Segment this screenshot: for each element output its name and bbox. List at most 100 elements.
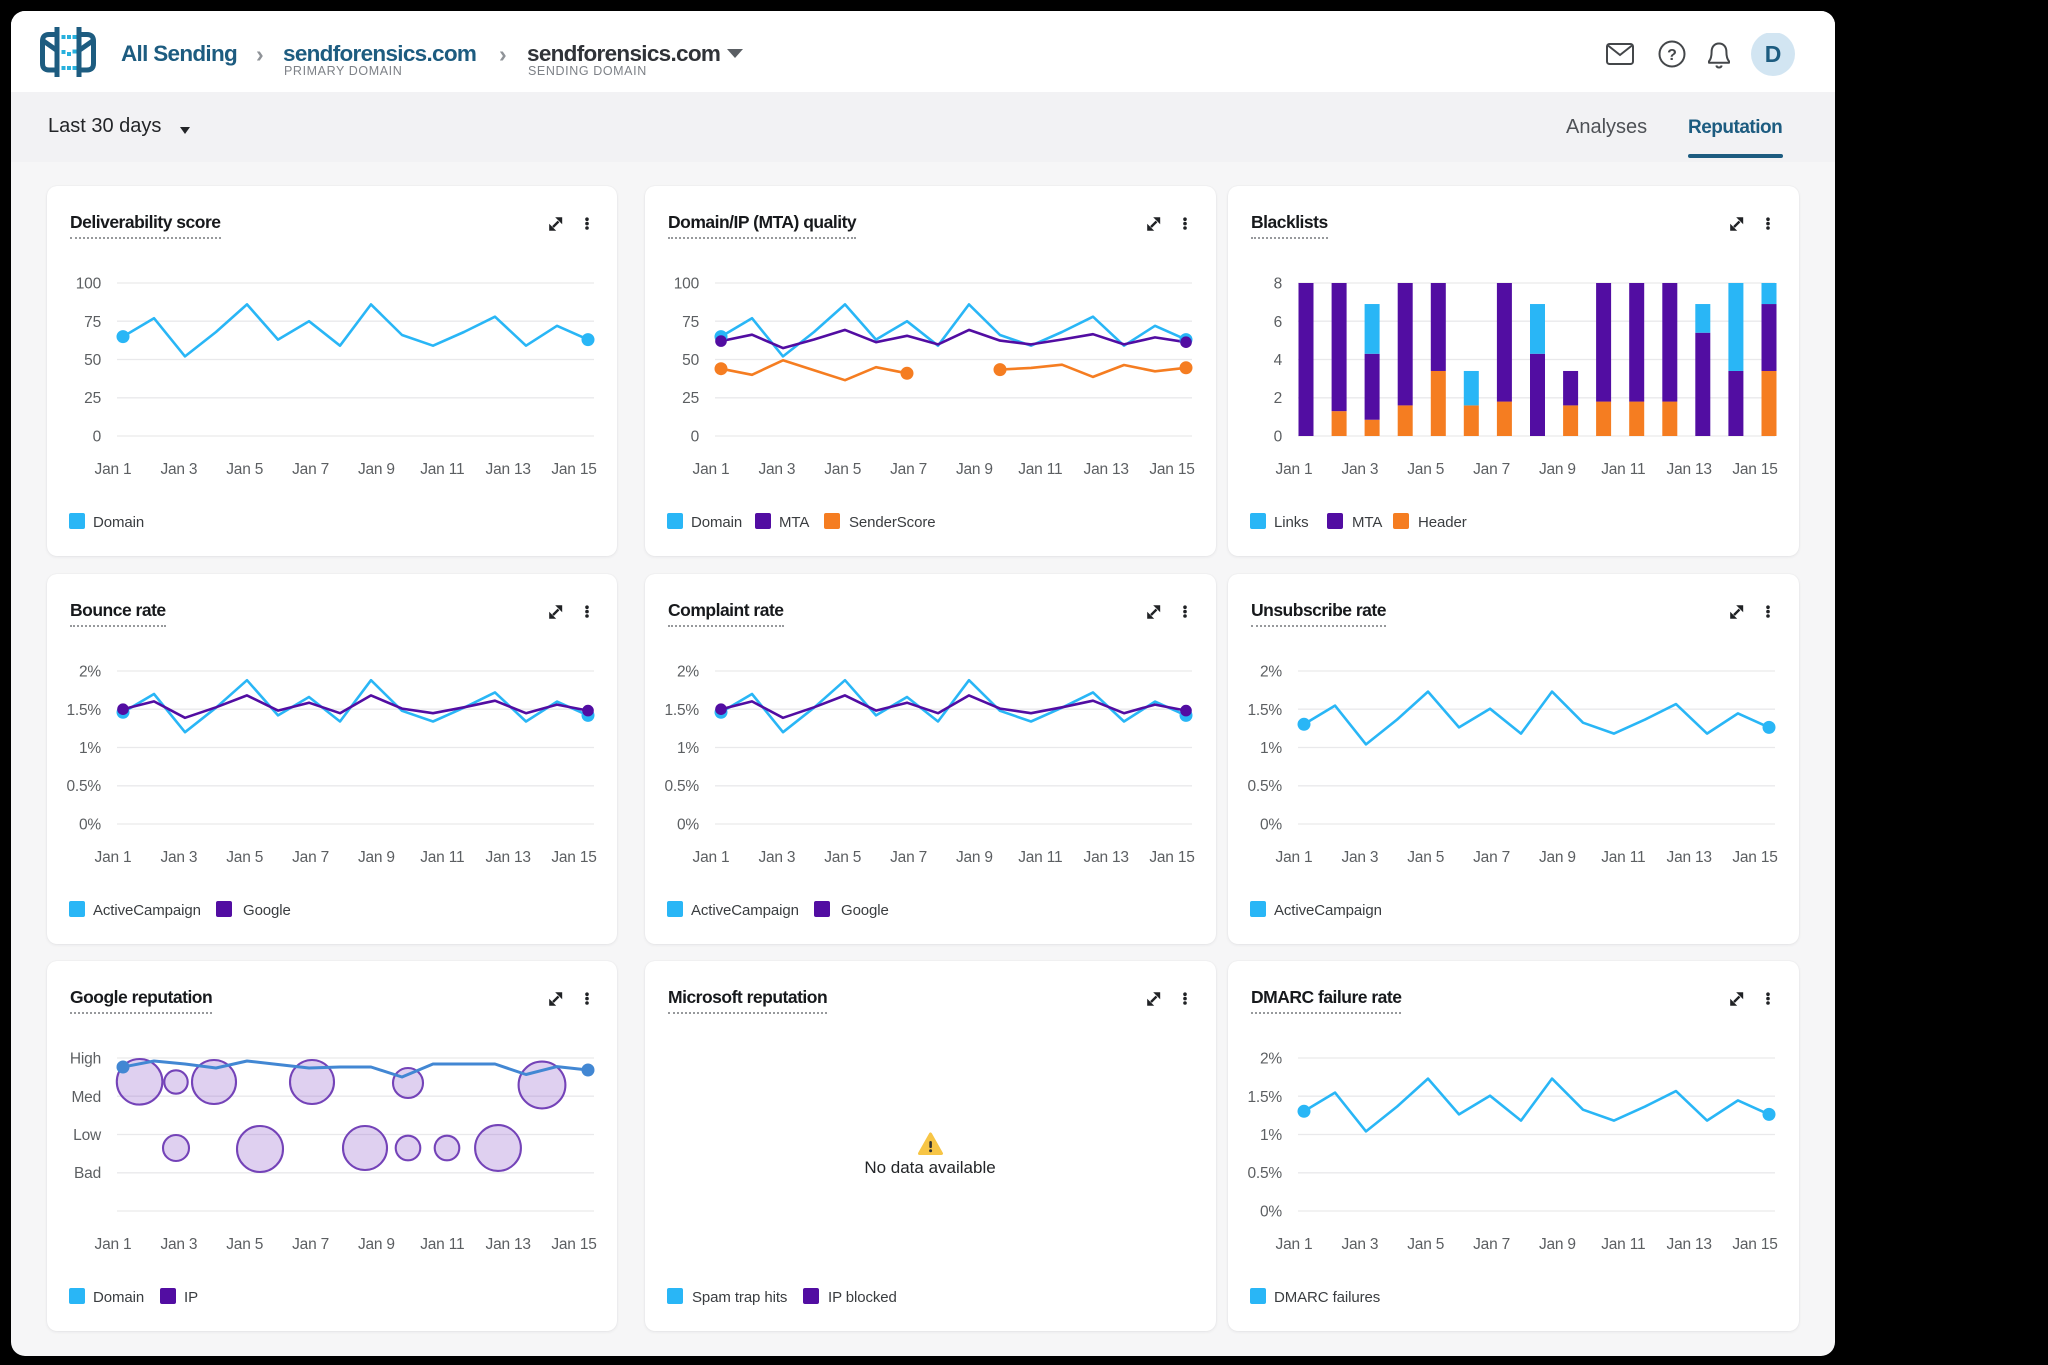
svg-text:Jan 1: Jan 1 [95,849,132,866]
svg-text:Jan 5: Jan 5 [824,461,861,478]
svg-text:Jan 9: Jan 9 [1539,461,1576,478]
svg-text:Google: Google [841,902,889,919]
svg-text:2%: 2% [79,664,101,681]
svg-text:0: 0 [1274,429,1283,446]
svg-text:Jan 7: Jan 7 [1473,849,1510,866]
svg-text:2: 2 [1274,390,1282,407]
svg-text:Jan 3: Jan 3 [758,461,795,478]
svg-text:Jan 9: Jan 9 [358,1236,395,1253]
svg-text:Jan 7: Jan 7 [1473,1236,1510,1253]
svg-text:SenderScore: SenderScore [849,514,935,531]
svg-text:Jan 13: Jan 13 [1667,849,1712,866]
svg-text:Jan 3: Jan 3 [160,1236,197,1253]
svg-text:?: ? [1667,47,1677,64]
svg-text:Jan 9: Jan 9 [358,461,395,478]
svg-text:Jan 3: Jan 3 [1341,849,1378,866]
svg-text:Low: Low [73,1127,102,1144]
svg-text:Jan 9: Jan 9 [956,849,993,866]
svg-text:Jan 11: Jan 11 [1601,1236,1645,1253]
svg-text:Jan 1: Jan 1 [1276,461,1313,478]
svg-text:Jan 5: Jan 5 [1407,849,1444,866]
svg-text:Jan 15: Jan 15 [1149,461,1194,478]
svg-text:1.5%: 1.5% [66,702,101,719]
svg-text:Jan 11: Jan 11 [1601,461,1645,478]
svg-text:Jan 11: Jan 11 [1601,849,1645,866]
svg-text:MTA: MTA [779,514,809,531]
svg-text:25: 25 [84,390,101,407]
svg-text:0.5%: 0.5% [66,778,101,795]
svg-text:Jan 13: Jan 13 [1084,849,1129,866]
svg-text:0.5%: 0.5% [1247,778,1282,795]
svg-text:Jan 7: Jan 7 [890,461,927,478]
svg-text:0.5%: 0.5% [664,778,699,795]
svg-text:Jan 15: Jan 15 [551,461,596,478]
svg-text:Jan 5: Jan 5 [226,461,263,478]
svg-text:Jan 5: Jan 5 [824,849,861,866]
svg-text:Jan 13: Jan 13 [1667,1236,1712,1253]
svg-text:Jan 13: Jan 13 [1084,461,1129,478]
svg-text:Jan 11: Jan 11 [1018,461,1062,478]
svg-text:Jan 5: Jan 5 [226,1236,263,1253]
svg-text:Med: Med [71,1089,101,1106]
svg-text:Jan 13: Jan 13 [486,461,531,478]
svg-text:50: 50 [682,352,699,369]
svg-text:IP: IP [184,1289,198,1306]
svg-text:ActiveCampaign: ActiveCampaign [691,902,799,919]
svg-text:Jan 13: Jan 13 [486,849,531,866]
svg-text:8: 8 [1274,276,1282,293]
svg-text:Jan 7: Jan 7 [292,849,329,866]
svg-text:Jan 1: Jan 1 [95,461,132,478]
svg-text:Jan 9: Jan 9 [358,849,395,866]
svg-text:Jan 7: Jan 7 [1473,461,1510,478]
svg-text:Jan 15: Jan 15 [1732,849,1777,866]
svg-text:Jan 5: Jan 5 [1407,461,1444,478]
svg-text:Jan 3: Jan 3 [160,461,197,478]
svg-text:No data available: No data available [864,1158,995,1177]
svg-text:Jan 3: Jan 3 [1341,461,1378,478]
svg-text:Domain: Domain [93,514,144,531]
svg-text:1%: 1% [677,740,699,757]
svg-text:0%: 0% [79,817,101,834]
svg-text:ActiveCampaign: ActiveCampaign [1274,902,1382,919]
svg-text:0%: 0% [1260,1204,1282,1221]
svg-text:IP blocked: IP blocked [828,1289,897,1306]
svg-text:100: 100 [674,276,700,293]
svg-text:Jan 15: Jan 15 [1732,461,1777,478]
svg-text:Jan 7: Jan 7 [890,849,927,866]
svg-text:Header: Header [1418,514,1467,531]
svg-text:Google: Google [243,902,291,919]
svg-text:Jan 9: Jan 9 [1539,849,1576,866]
svg-text:0: 0 [691,429,700,446]
svg-text:Jan 1: Jan 1 [95,1236,132,1253]
svg-text:75: 75 [682,314,699,331]
svg-text:1%: 1% [1260,740,1282,757]
svg-text:Jan 13: Jan 13 [1667,461,1712,478]
svg-text:2%: 2% [1260,664,1282,681]
svg-text:ActiveCampaign: ActiveCampaign [93,902,201,919]
svg-text:2%: 2% [1260,1051,1282,1068]
svg-text:0.5%: 0.5% [1247,1165,1282,1182]
svg-text:6: 6 [1274,314,1282,331]
svg-text:Jan 9: Jan 9 [1539,1236,1576,1253]
svg-text:Jan 9: Jan 9 [956,461,993,478]
svg-text:Jan 15: Jan 15 [1732,1236,1777,1253]
svg-text:Jan 13: Jan 13 [486,1236,531,1253]
svg-text:Jan 7: Jan 7 [292,1236,329,1253]
svg-text:1%: 1% [1260,1127,1282,1144]
svg-text:1.5%: 1.5% [1247,1089,1282,1106]
svg-text:D: D [1765,41,1782,67]
svg-text:0: 0 [93,429,102,446]
svg-text:Jan 3: Jan 3 [1341,1236,1378,1253]
svg-text:DMARC failures: DMARC failures [1274,1289,1380,1306]
svg-text:0%: 0% [677,817,699,834]
svg-text:Jan 1: Jan 1 [1276,1236,1313,1253]
svg-text:Jan 11: Jan 11 [1018,849,1062,866]
svg-text:50: 50 [84,352,101,369]
svg-text:75: 75 [84,314,101,331]
svg-text:Jan 15: Jan 15 [551,1236,596,1253]
svg-text:Bad: Bad [74,1165,101,1182]
svg-text:Jan 11: Jan 11 [420,1236,464,1253]
svg-text:Domain: Domain [691,514,742,531]
svg-text:Jan 15: Jan 15 [551,849,596,866]
svg-text:MTA: MTA [1352,514,1382,531]
